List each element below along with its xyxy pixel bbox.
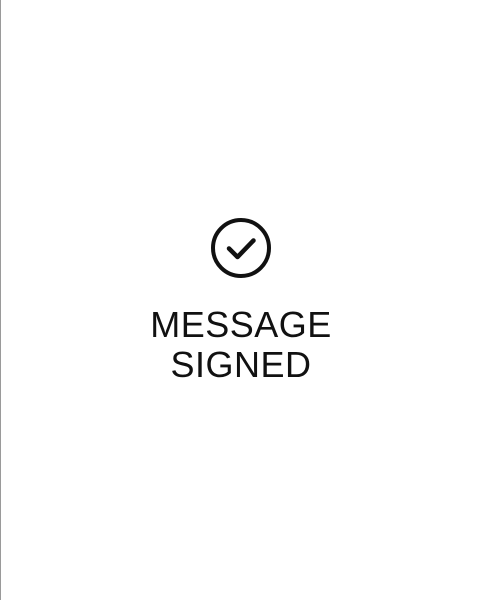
status-message: MESSAGE SIGNED	[1, 305, 480, 385]
check-circle-icon	[210, 217, 272, 279]
status-line-2: SIGNED	[170, 344, 312, 385]
message-signed-screen: MESSAGE SIGNED	[0, 0, 480, 600]
status-line-1: MESSAGE	[150, 304, 332, 345]
